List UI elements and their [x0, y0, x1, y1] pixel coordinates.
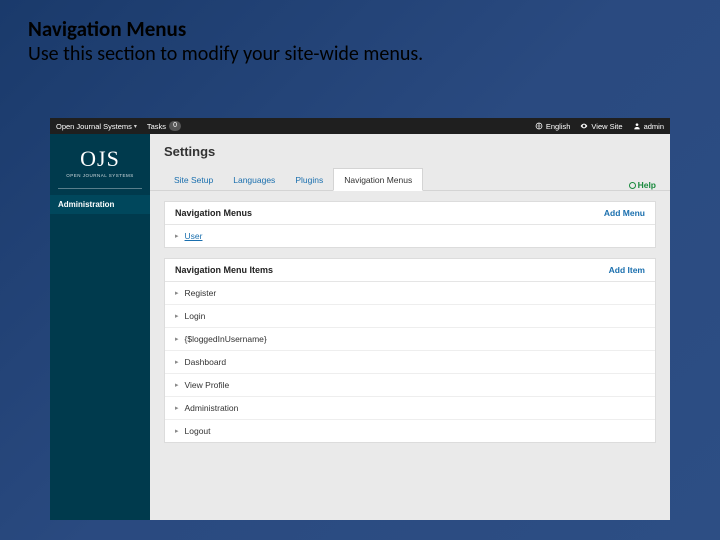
- caret-icon: ▸: [175, 358, 179, 366]
- tasks-label: Tasks: [147, 122, 166, 131]
- add-menu-button[interactable]: Add Menu: [604, 208, 645, 218]
- logo-subtext: OPEN JOURNAL SYSTEMS: [50, 173, 150, 178]
- dropdown-caret-icon: ▾: [134, 123, 137, 130]
- language-label: English: [546, 122, 571, 131]
- tab-languages[interactable]: Languages: [223, 169, 285, 190]
- content-area: Settings Site Setup Languages Plugins Na…: [150, 134, 670, 520]
- view-site-link[interactable]: View Site: [580, 122, 622, 131]
- caret-icon: ▸: [175, 381, 179, 389]
- language-switcher[interactable]: English: [535, 122, 571, 131]
- tab-plugins[interactable]: Plugins: [285, 169, 333, 190]
- tabs: Site Setup Languages Plugins Navigation …: [150, 165, 670, 191]
- list-item[interactable]: ▸ Dashboard: [165, 351, 655, 374]
- page-title: Settings: [150, 134, 670, 165]
- caret-icon: ▸: [175, 312, 179, 320]
- add-item-button[interactable]: Add Item: [609, 265, 645, 275]
- sidebar: OJS OPEN JOURNAL SYSTEMS Administration: [50, 134, 150, 520]
- item-label: Login: [185, 311, 206, 321]
- caret-icon: ▸: [175, 427, 179, 435]
- caret-icon: ▸: [175, 404, 179, 412]
- logo[interactable]: OJS OPEN JOURNAL SYSTEMS: [50, 142, 150, 184]
- logo-text: OJS: [50, 146, 150, 172]
- view-site-label: View Site: [591, 122, 622, 131]
- topbar: Open Journal Systems▾ Tasks 0 English Vi…: [50, 118, 670, 134]
- item-label: Dashboard: [185, 357, 227, 367]
- help-link[interactable]: Help: [629, 180, 656, 190]
- tasks-button[interactable]: Tasks 0: [147, 121, 181, 131]
- globe-icon: [535, 122, 543, 130]
- item-label: View Profile: [185, 380, 230, 390]
- slide-title: Navigation Menus: [0, 0, 720, 42]
- caret-icon: ▸: [175, 232, 179, 240]
- list-item[interactable]: ▸ Register: [165, 282, 655, 305]
- eye-icon: [580, 122, 588, 130]
- navigation-menu-items-panel: Navigation Menu Items Add Item ▸ Register…: [164, 258, 656, 443]
- user-menu[interactable]: admin: [633, 122, 664, 131]
- menu-row[interactable]: ▸ User: [165, 225, 655, 247]
- app-screenshot: Open Journal Systems▾ Tasks 0 English Vi…: [50, 118, 670, 520]
- user-icon: [633, 122, 641, 130]
- user-name: admin: [644, 122, 664, 131]
- list-item[interactable]: ▸ Administration: [165, 397, 655, 420]
- menu-row-label: User: [185, 231, 203, 241]
- navigation-menus-panel: Navigation Menus Add Menu ▸ User: [164, 201, 656, 248]
- item-label: {$loggedInUsername}: [185, 334, 267, 344]
- caret-icon: ▸: [175, 289, 179, 297]
- sidebar-item-administration[interactable]: Administration: [50, 195, 150, 214]
- item-label: Administration: [185, 403, 239, 413]
- caret-icon: ▸: [175, 335, 179, 343]
- list-item[interactable]: ▸ View Profile: [165, 374, 655, 397]
- list-item[interactable]: ▸ {$loggedInUsername}: [165, 328, 655, 351]
- help-icon: [629, 182, 636, 189]
- list-item[interactable]: ▸ Login: [165, 305, 655, 328]
- tasks-count-badge: 0: [169, 121, 181, 131]
- divider: [58, 188, 142, 189]
- item-label: Register: [185, 288, 217, 298]
- item-label: Logout: [185, 426, 211, 436]
- navigation-menu-items-title: Navigation Menu Items: [175, 265, 273, 275]
- app-name[interactable]: Open Journal Systems: [56, 122, 132, 131]
- tab-site-setup[interactable]: Site Setup: [164, 169, 223, 190]
- help-label: Help: [638, 180, 656, 190]
- tab-navigation-menus[interactable]: Navigation Menus: [333, 168, 423, 191]
- slide-subtitle: Use this section to modify your site-wid…: [0, 42, 720, 76]
- navigation-menus-title: Navigation Menus: [175, 208, 252, 218]
- list-item[interactable]: ▸ Logout: [165, 420, 655, 442]
